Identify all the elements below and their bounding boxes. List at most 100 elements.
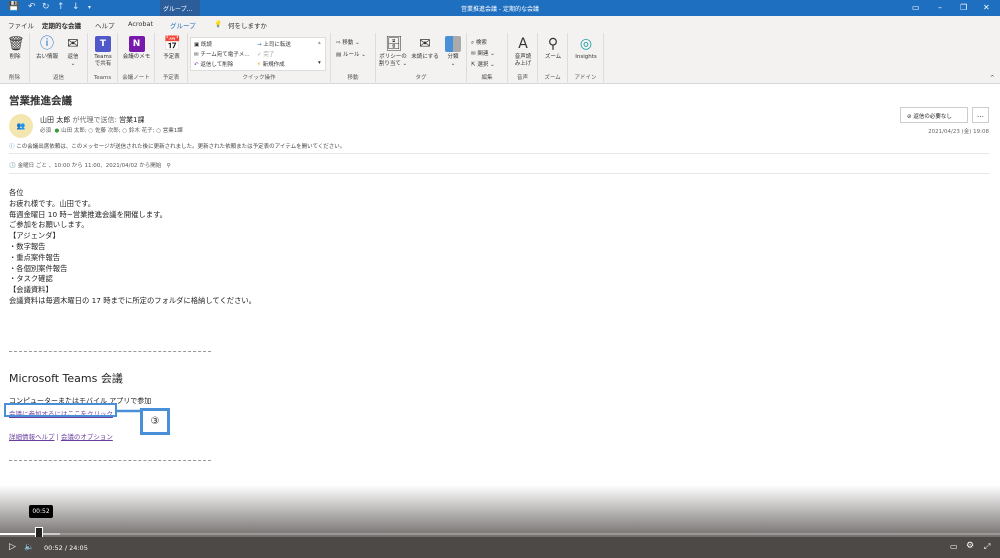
- tell-me-search[interactable]: 何をしますか: [228, 20, 267, 30]
- clock-icon: 🕓: [9, 163, 16, 169]
- scroll-up-icon[interactable]: ▴: [318, 40, 321, 46]
- move-button[interactable]: ⇨ 移動 ⌄: [336, 38, 360, 46]
- quick-step-team-mail[interactable]: ✉ チーム宛て電子メ…: [194, 50, 250, 58]
- avatar-people-icon: 👥: [16, 122, 26, 130]
- calendar-button[interactable]: 📅 予定表: [157, 36, 186, 61]
- group-notes: N 会議のメモ 会議ノート: [118, 33, 155, 82]
- separator-line: [9, 460, 211, 461]
- group-label: ズーム: [544, 75, 561, 81]
- group-label: 会議ノート: [122, 75, 150, 81]
- tab-acrobat[interactable]: Acrobat: [128, 20, 153, 28]
- quick-step-reply-delete[interactable]: ↶ 返信して削除: [194, 60, 233, 68]
- group-addin: ◎ Insights アドイン: [568, 33, 604, 82]
- minimize-icon[interactable]: –: [938, 3, 942, 12]
- attendee[interactable]: 鈴木 花子;: [129, 128, 155, 134]
- select-button[interactable]: ⇱ 選択 ⌄: [471, 60, 495, 68]
- group-tags: 🗄 ポリシーの 割り当て ⌄ ✉ 未読にする 分類 ⌄ タグ: [376, 33, 467, 82]
- meeting-notes-button[interactable]: N 会議のメモ: [120, 36, 153, 61]
- recurrence-text: 金曜日 ごと 、10:00 から 11:00、2021/04/02 から開始: [17, 163, 162, 169]
- group-zoom: ⚲ ズーム ズーム: [538, 33, 568, 82]
- old-info-label: 古い情報: [35, 54, 58, 60]
- info-text: この会議出席依頼は、このメッセージが送信された後に更新されました。更新された依頼…: [16, 144, 346, 150]
- group-label: 編集: [481, 75, 493, 81]
- tab-file[interactable]: ファイル: [8, 20, 34, 30]
- insights-button[interactable]: ◎ Insights: [570, 36, 602, 61]
- read-aloud-label-2: み上げ: [514, 61, 532, 67]
- attendee[interactable]: 山田 太郎;: [61, 128, 87, 134]
- link-separator: |: [56, 433, 59, 441]
- tab-help[interactable]: ヘルプ: [95, 20, 115, 30]
- group-label: 返信: [52, 75, 64, 81]
- group-label: アドイン: [574, 75, 597, 81]
- more-actions-button[interactable]: …: [972, 107, 989, 123]
- captions-icon[interactable]: ▭: [950, 542, 958, 551]
- assign-policy-button[interactable]: 🗄 ポリシーの 割り当て ⌄: [378, 36, 408, 68]
- avatar: 👥: [9, 114, 33, 138]
- attendee[interactable]: 佐藤 次郎;: [95, 128, 121, 134]
- zoom-button[interactable]: ⚲ ズーム: [540, 36, 566, 61]
- fullscreen-icon[interactable]: ⤢: [984, 542, 990, 552]
- help-link[interactable]: 詳細情報ヘルプ: [9, 433, 55, 441]
- seek-bar[interactable]: [0, 533, 1000, 535]
- accepted-icon: ●: [54, 128, 60, 134]
- collapse-ribbon-icon[interactable]: ^: [990, 75, 995, 81]
- highlight-box: [4, 403, 117, 417]
- ribbon-display-icon[interactable]: ▭: [912, 3, 920, 12]
- body-line: 毎週金曜日 10 時~営業推進会議を開催します。: [9, 209, 167, 219]
- unread-label: 未読にする: [411, 54, 439, 60]
- categorize-icon: [445, 36, 461, 52]
- body-line: ・数字報告: [9, 241, 46, 251]
- info-icon: ⓘ: [9, 144, 15, 150]
- meeting-options-link[interactable]: 会議のオプション: [61, 433, 113, 441]
- group-quick-steps: ▣ 既読 ✉ チーム宛て電子メ… ↶ 返信して削除 → 上司に転送 ✓ 完了 ⚡…: [188, 33, 331, 82]
- mark-unread-button[interactable]: ✉ 未読にする: [410, 36, 440, 61]
- policy-label-2: 割り当て ⌄: [378, 61, 408, 67]
- quick-step-read[interactable]: ▣ 既読: [194, 40, 212, 48]
- quick-step-new[interactable]: ⚡ 新規作成: [257, 60, 285, 68]
- video-controls: ▷ 🔈 00:52 / 24:05 ▭ ⚙ ⤢: [0, 537, 1000, 558]
- quick-step-forward-boss[interactable]: → 上司に転送: [257, 40, 291, 48]
- quick-steps-gallery: ▣ 既読 ✉ チーム宛て電子メ… ↶ 返信して削除 → 上司に転送 ✓ 完了 ⚡…: [190, 37, 326, 71]
- meeting-links: 詳細情報ヘルプ | 会議のオプション: [9, 431, 113, 441]
- teams-share-button[interactable]: T Teams で共有: [90, 36, 116, 68]
- read-aloud-label: 音声読: [514, 54, 532, 60]
- required-label: 必須: [40, 128, 52, 134]
- teams-label-2: で共有: [94, 61, 112, 67]
- delete-button[interactable]: 🗑 削除: [2, 36, 28, 61]
- group-move: ⇨ 移動 ⌄ ▤ ルール ⌄ 移動: [331, 33, 376, 82]
- close-icon[interactable]: ✕: [983, 3, 990, 12]
- more-icon[interactable]: ▾: [318, 60, 321, 66]
- restore-icon[interactable]: ❐: [960, 3, 967, 12]
- related-button[interactable]: ✉ 関連 ⌄: [471, 49, 495, 57]
- rules-button[interactable]: ▤ ルール ⌄: [336, 50, 366, 58]
- attendee[interactable]: 営業1課: [163, 128, 183, 134]
- read-aloud-button[interactable]: A 音声読 み上げ: [510, 36, 536, 68]
- old-info-button[interactable]: ⓘ 古い情報: [32, 36, 62, 61]
- magnifier-icon: ⚲: [547, 36, 559, 52]
- body-line: お疲れ様です。山田です。: [9, 198, 96, 208]
- quick-step-done[interactable]: ✓ 完了: [257, 50, 274, 58]
- policy-label: ポリシーの: [379, 54, 407, 60]
- calendar-label: 予定表: [163, 54, 180, 60]
- current-time: 00:52: [44, 544, 63, 552]
- settings-icon[interactable]: ⚙: [966, 541, 974, 551]
- body-line: ご参加をお願いします。: [9, 220, 89, 230]
- step-callout: ③: [140, 408, 170, 435]
- group-respond: ⓘ 古い情報 ✉ 返信 ⌄ 返信: [30, 33, 88, 82]
- play-icon[interactable]: ▷: [9, 542, 16, 552]
- no-response-button[interactable]: ⊘ 返信の必要なし: [900, 107, 968, 123]
- reply-label: 返信: [67, 54, 79, 60]
- attendee-line: 必須 ● 山田 太郎; ○ 佐藤 次郎; ○ 鈴木 花子; ○ 営業1課: [40, 128, 183, 134]
- tab-group[interactable]: グループ: [170, 20, 196, 30]
- find-button[interactable]: ⌕ 検索: [471, 38, 487, 47]
- categorize-button[interactable]: 分類 ⌄: [442, 36, 464, 68]
- organizer-name[interactable]: 営業1課: [119, 116, 144, 124]
- divider: [9, 153, 989, 154]
- divider: [9, 173, 989, 174]
- group-teams: T Teams で共有 Teams: [88, 33, 118, 82]
- volume-icon[interactable]: 🔈: [24, 542, 34, 551]
- body-line: ・各個別案件報告: [9, 263, 68, 273]
- body-line: 【アジェンダ】: [9, 231, 60, 241]
- sender-name[interactable]: 山田 太郎: [40, 116, 70, 124]
- reply-button[interactable]: ✉ 返信 ⌄: [62, 36, 84, 68]
